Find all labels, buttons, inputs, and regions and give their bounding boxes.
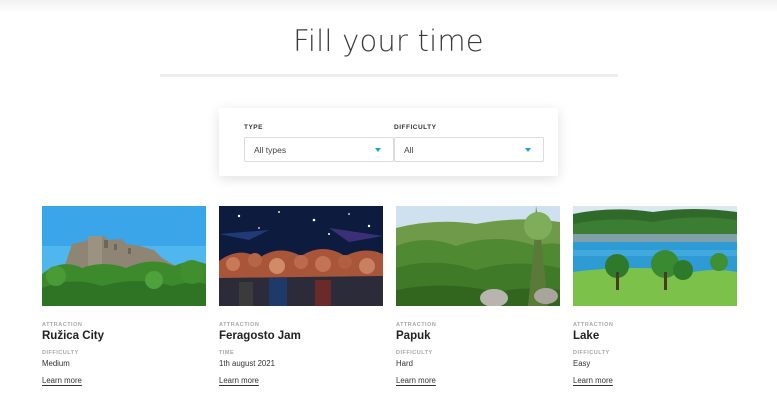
difficulty-select[interactable]: All: [394, 137, 544, 162]
type-select-value: All types: [254, 145, 287, 155]
title-divider: [160, 74, 618, 77]
forest-hills-photo[interactable]: [396, 206, 560, 306]
card-title: Lake: [573, 330, 600, 342]
card-detail-label: DIFFICULTY: [42, 350, 79, 356]
type-filter-label: TYPE: [244, 124, 263, 131]
card-detail-value: 1th august 2021: [219, 359, 275, 368]
top-shade: [0, 0, 777, 14]
card-detail-value: Hard: [396, 359, 413, 368]
card-detail-value: Easy: [573, 359, 591, 368]
difficulty-select-value: All: [404, 145, 414, 155]
card-detail-label: TIME: [219, 350, 235, 356]
card-category: ATTRACTION: [396, 322, 437, 328]
card-category: ATTRACTION: [42, 322, 83, 328]
learn-more-link[interactable]: Learn more: [396, 376, 436, 385]
page-title: Fill your time: [293, 24, 484, 58]
card-title: Ružica City: [42, 330, 104, 342]
learn-more-link[interactable]: Learn more: [573, 376, 613, 385]
difficulty-filter-label: DIFFICULTY: [394, 124, 437, 131]
attraction-card: ATTRACTION Lake DIFFICULTY Easy Learn mo…: [573, 206, 737, 388]
card-title: Feragosto Jam: [219, 330, 301, 342]
filter-panel: TYPE All types DIFFICULTY All: [219, 108, 558, 176]
difficulty-filter: DIFFICULTY All: [394, 124, 544, 162]
lake-photo[interactable]: [573, 206, 737, 306]
type-select[interactable]: All types: [244, 137, 394, 162]
type-filter: TYPE All types: [244, 124, 394, 162]
learn-more-link[interactable]: Learn more: [219, 376, 259, 385]
card-detail-label: DIFFICULTY: [573, 350, 610, 356]
concert-crowd-photo[interactable]: [219, 206, 383, 306]
attraction-card: ATTRACTION Feragosto Jam TIME 1th august…: [219, 206, 383, 388]
card-title: Papuk: [396, 330, 431, 342]
attraction-card: ATTRACTION Papuk DIFFICULTY Hard Learn m…: [396, 206, 560, 388]
card-category: ATTRACTION: [573, 322, 614, 328]
chevron-down-icon: [525, 148, 531, 152]
card-category: ATTRACTION: [219, 322, 260, 328]
card-detail-value: Medium: [42, 359, 70, 368]
castle-ruins-photo[interactable]: [42, 206, 206, 306]
chevron-down-icon: [375, 148, 381, 152]
attraction-card: ATTRACTION Ružica City DIFFICULTY Medium…: [42, 206, 206, 388]
learn-more-link[interactable]: Learn more: [42, 376, 82, 385]
card-detail-label: DIFFICULTY: [396, 350, 433, 356]
